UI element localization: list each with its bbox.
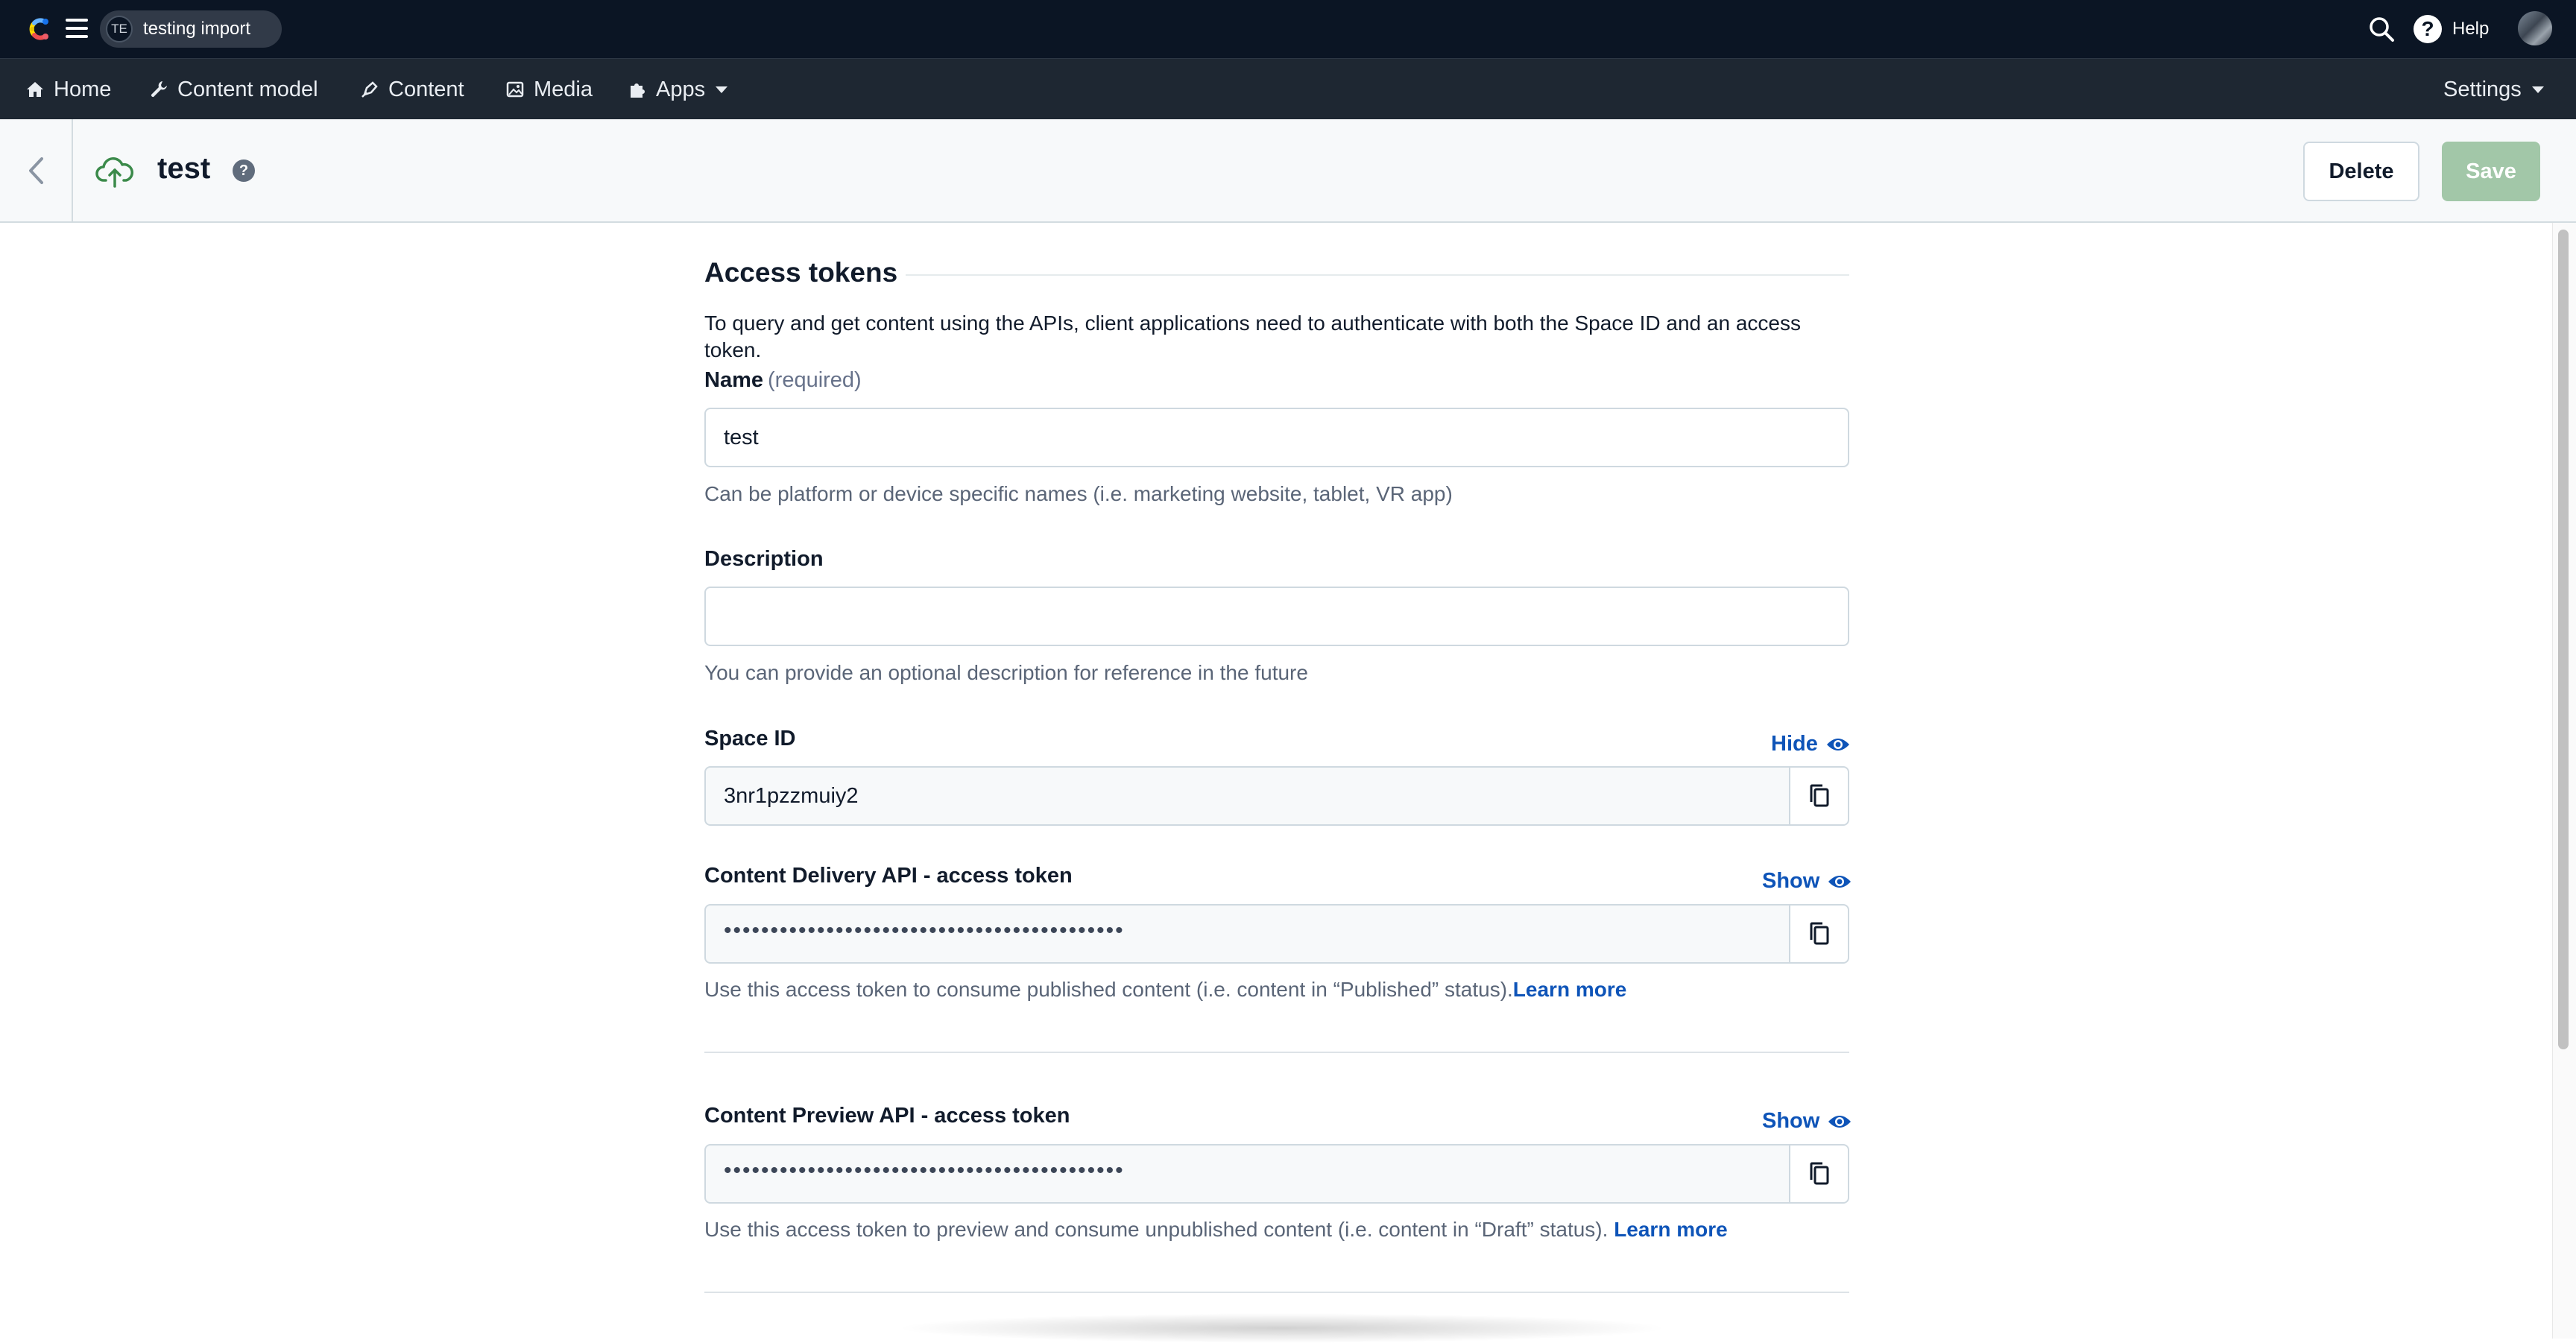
chevron-left-icon (29, 157, 43, 184)
eye-icon (1828, 875, 1852, 888)
nav-item-settings[interactable]: Settings (2443, 59, 2544, 120)
divider (704, 1292, 1849, 1293)
description-hint: You can provide an optional description … (704, 661, 1308, 684)
nav-label-content-model: Content model (177, 77, 318, 101)
name-hint: Can be platform or device specific names… (704, 482, 1453, 505)
section-heading: Access tokens (704, 257, 898, 288)
hamburger-menu-icon[interactable] (66, 19, 88, 38)
show-cda-token-toggle[interactable]: Show (1762, 869, 1852, 894)
nav-item-home[interactable]: Home (25, 59, 111, 120)
chevron-down-icon (2531, 86, 2544, 93)
required-marker: (required) (768, 368, 862, 392)
main-navigation: Home Content model Content Media Apps Se… (0, 58, 2576, 119)
hide-space-id-toggle[interactable]: Hide (1771, 732, 1851, 756)
nav-item-content-model[interactable]: Content model (149, 59, 318, 120)
cda-token-hint: Use this access token to consume publish… (704, 978, 1626, 1002)
nav-item-content[interactable]: Content (360, 59, 464, 120)
page-title: test (157, 152, 211, 185)
copy-cpa-token-button[interactable] (1789, 1144, 1849, 1204)
toggle-label: Show (1762, 1109, 1820, 1133)
delete-button[interactable]: Delete (2303, 142, 2419, 201)
toggle-label: Show (1762, 869, 1820, 893)
copy-space-id-button[interactable] (1789, 766, 1849, 826)
back-button[interactable] (0, 119, 73, 221)
nav-label-settings: Settings (2443, 77, 2522, 101)
contentful-logo-icon[interactable] (24, 14, 54, 44)
name-field[interactable]: test (704, 408, 1849, 467)
cda-token-field[interactable]: ••••••••••••••••••••••••••••••••••••••••… (704, 904, 1790, 964)
copy-icon (1810, 784, 1828, 807)
cpa-token-field[interactable]: ••••••••••••••••••••••••••••••••••••••••… (704, 1144, 1790, 1204)
copy-icon (1810, 1162, 1828, 1185)
copy-cda-token-button[interactable] (1789, 904, 1849, 964)
chevron-down-icon (716, 86, 728, 93)
copy-icon (1810, 922, 1828, 945)
image-icon (506, 81, 524, 98)
nav-item-apps[interactable]: Apps (628, 59, 728, 120)
nav-item-media[interactable]: Media (505, 59, 593, 120)
divider (704, 1052, 1849, 1053)
help-icon: ? (2414, 15, 2442, 43)
space-name: testing import (143, 19, 251, 39)
pen-icon (362, 81, 378, 98)
user-avatar[interactable] (2518, 11, 2552, 45)
nav-label-apps: Apps (656, 77, 706, 101)
cpa-token-label: Content Preview API - access token (704, 1104, 1070, 1128)
name-label: Name (required) (704, 368, 862, 393)
masked-token: ••••••••••••••••••••••••••••••••••••••••… (724, 1158, 1125, 1183)
learn-more-link[interactable]: Learn more (1513, 978, 1627, 1001)
space-switcher[interactable]: TE testing import (100, 10, 282, 48)
nav-label-content: Content (388, 77, 464, 101)
toast-shadow (894, 1313, 1670, 1343)
search-icon[interactable] (2367, 15, 2396, 43)
cpa-hint-text: Use this access token to preview and con… (704, 1218, 1609, 1241)
description-label: Description (704, 547, 824, 571)
intro-text: To query and get content using the APIs,… (704, 312, 1801, 361)
eye-icon (1828, 1115, 1852, 1128)
top-bar: TE testing import ? Help (0, 0, 2576, 58)
space-id-field[interactable]: 3nr1pzzmuiy2 (704, 766, 1790, 826)
help-label: Help (2452, 19, 2490, 39)
wrench-icon (151, 81, 167, 98)
help-icon[interactable]: ? (233, 159, 255, 182)
space-avatar: TE (106, 16, 133, 42)
save-button[interactable]: Save (2442, 142, 2540, 201)
description-field[interactable] (704, 587, 1849, 646)
name-label-text: Name (704, 368, 763, 392)
show-cpa-token-toggle[interactable]: Show (1762, 1109, 1852, 1134)
nav-label-home: Home (54, 77, 112, 101)
entity-header: test ? Delete Save (0, 119, 2576, 223)
space-id-label: Space ID (704, 727, 796, 750)
cda-token-label: Content Delivery API - access token (704, 864, 1073, 888)
eye-icon (1826, 738, 1849, 750)
cloud-upload-icon (95, 157, 133, 188)
help-menu[interactable]: ? Help (2414, 13, 2489, 45)
puzzle-icon (631, 83, 645, 98)
nav-label-media: Media (534, 77, 593, 101)
learn-more-link[interactable]: Learn more (1614, 1218, 1728, 1241)
divider (906, 274, 1849, 276)
home-icon (27, 82, 43, 97)
scrollbar[interactable] (2558, 230, 2569, 1049)
toggle-label: Hide (1771, 732, 1818, 756)
cpa-token-hint: Use this access token to preview and con… (704, 1218, 1728, 1242)
cda-hint-text: Use this access token to consume publish… (704, 978, 1513, 1001)
masked-token: ••••••••••••••••••••••••••••••••••••••••… (724, 918, 1125, 943)
